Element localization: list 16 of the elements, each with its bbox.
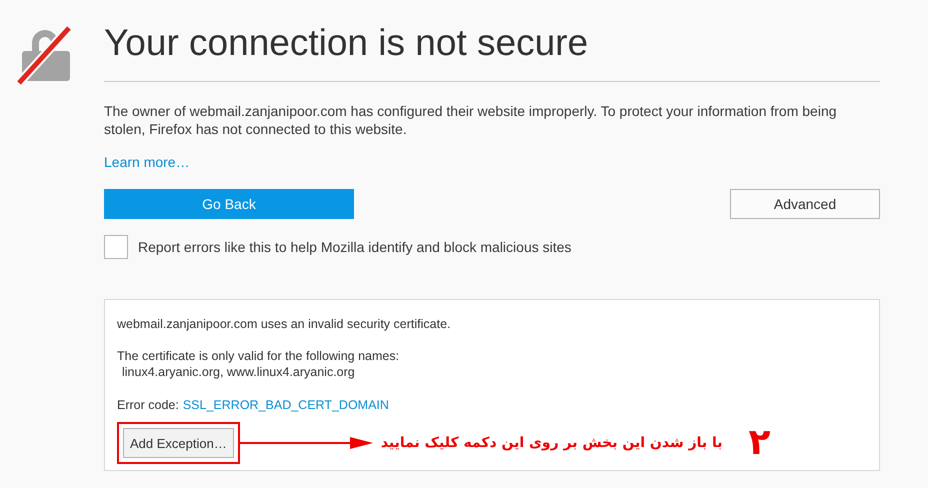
add-exception-button[interactable]: Add Exception… [123, 428, 234, 458]
page-title: Your connection is not secure [104, 18, 880, 82]
valid-names-intro: The certificate is only valid for the following names: [117, 348, 400, 364]
checkbox-label: Report errors like this to help Mozilla identify and block malicious sites [138, 239, 572, 255]
error-description: The owner of webmail.zanjanipoor.com has configured their website improperly. To protect your information from being stolen, Firefox has not connected to this website. [104, 102, 838, 138]
certificate-message: webmail.zanjanipoor.com uses an invalid security certificate. [117, 316, 452, 332]
learn-more-link[interactable]: Learn more… [104, 154, 190, 170]
advanced-button[interactable]: Advanced [730, 189, 880, 219]
go-back-button[interactable]: Go Back [104, 189, 354, 219]
step-number: ٢ [748, 425, 771, 461]
error-code-label: Error code: [117, 398, 179, 412]
valid-names: linux4.aryanic.org, www.linux4.aryanic.org [121, 364, 356, 380]
annotation-text: با باز شدن این بخش بر روی این دکمه کلیک نمایید [380, 435, 723, 451]
error-code-link[interactable]: SSL_ERROR_BAD_CERT_DOMAIN [182, 398, 389, 412]
broken-lock-icon [17, 25, 73, 85]
report-checkbox[interactable] [104, 235, 128, 259]
